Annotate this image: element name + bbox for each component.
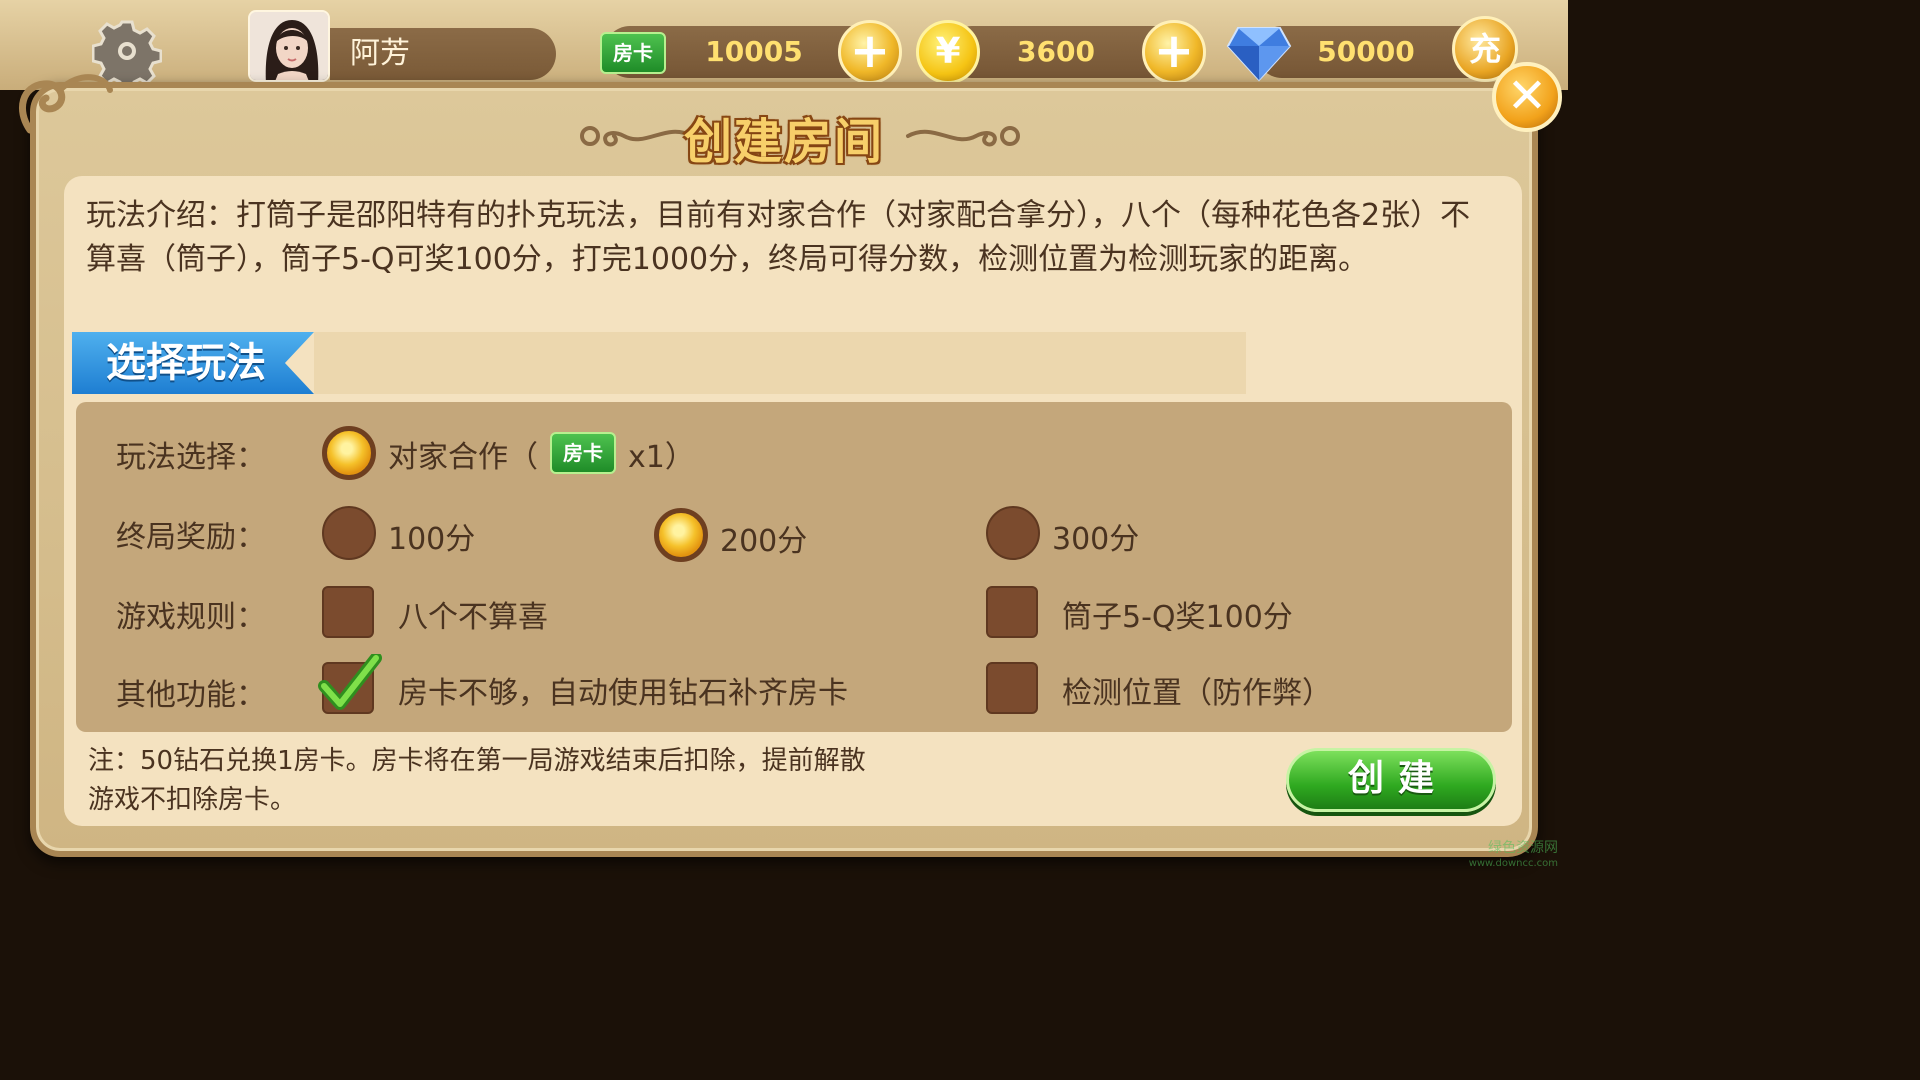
title-ornament-right-icon <box>906 126 1020 147</box>
top-bar: 阿芳 10005 房卡 + 3600 ¥ + 50000 充 <box>0 0 1568 90</box>
mode-label: 玩法选择： <box>116 440 266 475</box>
room-card-count: 10005 <box>705 35 803 68</box>
reward-radio-200[interactable] <box>654 508 708 562</box>
close-button[interactable]: ✕ <box>1492 62 1562 132</box>
dialog-title: 创建房间 <box>683 114 884 170</box>
section-title: 选择玩法 <box>72 332 314 394</box>
avatar[interactable] <box>248 10 330 82</box>
rules-label: 游戏规则： <box>116 600 266 635</box>
other-checkbox-location[interactable] <box>986 662 1038 714</box>
reward-option-200: 200分 <box>720 524 808 559</box>
watermark-line2: www.downcc.com <box>1468 858 1558 869</box>
other-label: 其他功能： <box>116 678 266 713</box>
dialog-content: 玩法介绍：打筒子是邵阳特有的扑克玩法，目前有对家合作（对家配合拿分），八个（每种… <box>64 176 1522 826</box>
reward-option-300: 300分 <box>1052 522 1140 557</box>
diamond-count: 50000 <box>1317 35 1415 68</box>
coin-icon: ¥ <box>916 20 980 84</box>
room-card-icon: 房卡 <box>600 32 666 74</box>
mode-option-text: 对家合作（ <box>388 440 538 475</box>
reward-option-100: 100分 <box>388 522 476 557</box>
mode-cost-text: x1） <box>628 440 695 475</box>
options-panel: 玩法选择： 对家合作（ 房卡 x1） 终局奖励： 100分 200分 300分 … <box>76 402 1512 732</box>
reward-label: 终局奖励： <box>116 520 266 555</box>
note-text: 注：50钻石兑换1房卡。房卡将在第一局游戏结束后扣除，提前解散游戏不扣除房卡。 <box>88 746 866 815</box>
other-option-location: 检测位置（防作弊） <box>1062 676 1332 711</box>
add-room-card-button[interactable]: + <box>838 20 902 84</box>
rule-checkbox-eight[interactable] <box>322 586 374 638</box>
watermark-line1: 绿色资源网 <box>1488 840 1558 856</box>
rule-option-tongzi: 筒子5-Q奖100分 <box>1062 600 1293 635</box>
other-option-auto-diamond: 房卡不够，自动使用钻石补齐房卡 <box>398 676 848 711</box>
rule-checkbox-tongzi[interactable] <box>986 586 1038 638</box>
check-icon <box>318 654 382 710</box>
reward-radio-300[interactable] <box>986 506 1040 560</box>
room-card-icon: 房卡 <box>550 432 616 474</box>
watermark: 绿色资源网 www.downcc.com <box>1448 840 1558 872</box>
mode-radio-cooperate[interactable] <box>322 426 376 480</box>
gold-count: 3600 <box>1017 35 1095 68</box>
diamond-icon <box>1226 27 1292 82</box>
avatar-portrait <box>250 12 328 80</box>
section-header-strip <box>314 332 1246 394</box>
add-gold-button[interactable]: + <box>1142 20 1206 84</box>
other-checkbox-auto-diamond[interactable] <box>318 654 382 714</box>
player-name: 阿芳 <box>330 28 556 80</box>
create-button[interactable]: 创建 <box>1286 748 1496 812</box>
game-intro-text: 玩法介绍：打筒子是邵阳特有的扑克玩法，目前有对家合作（对家配合拿分），八个（每种… <box>86 198 1471 277</box>
reward-radio-100[interactable] <box>322 506 376 560</box>
rule-option-eight: 八个不算喜 <box>398 600 548 635</box>
create-room-dialog: 创建房间 ✕ 玩法介绍：打筒子是邵阳特有的扑克玩法，目前有对家合作（对家配合拿分… <box>19 62 1562 857</box>
